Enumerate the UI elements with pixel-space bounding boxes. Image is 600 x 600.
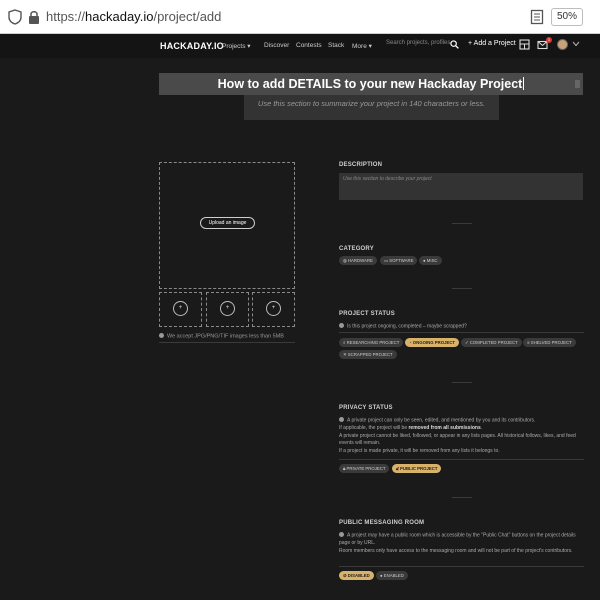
privacy-emphasis: removed from all submissions [408,425,481,431]
chip-label: SCRAPPED PROJECT [347,352,393,357]
privacy-line: A private project cannot be liked, follo… [339,432,576,447]
messaging-chip-disabled[interactable]: ⊘ DISABLED [339,571,374,580]
project-title-text: How to add DETAILS to your new Hackaday … [217,77,523,91]
dashboard-icon[interactable] [519,39,530,50]
info-icon [159,333,164,338]
browser-toolbar: https://hackaday.io/project/add 50% [0,0,600,34]
reader-view-icon[interactable] [530,9,544,25]
project-status-heading: PROJECT STATUS [339,311,395,317]
category-chip-hardware[interactable]: ◍ HARDWARE [339,256,377,265]
description-placeholder: Use this section to describe your projec… [343,176,432,182]
add-thumbnail-button[interactable]: + [220,301,235,316]
divider [159,342,295,343]
messaging-line: Room members only have access to the mes… [339,547,573,554]
site-logo[interactable]: HACKADAY.IO [160,41,224,51]
messaging-line: A project may have a public room which i… [339,532,576,547]
status-chip-scrapped[interactable]: ✕ SCRAPPED PROJECT [339,350,397,359]
info-icon [339,323,344,328]
messaging-heading: PUBLIC MESSAGING ROOM [339,520,425,526]
chevron-down-icon[interactable] [572,41,580,47]
upload-image-button[interactable]: Upload an image [200,217,255,229]
messaging-description: A project may have a public room which i… [339,532,584,555]
nav-projects[interactable]: Projects ▾ [222,42,251,50]
project-status-hint: Is this project ongoing, completed – may… [339,323,584,331]
messaging-chip-enabled[interactable]: ● ENABLED [376,571,408,580]
divider [452,497,472,498]
upload-note-text: We accept JPG/PNG/TIF images less than 5… [167,333,284,340]
search-input[interactable]: Search projects, profiles [386,40,450,46]
hint-text: Is this project ongoing, completed – may… [347,323,467,330]
site-navbar: HACKADAY.IO Projects ▾ Discover Contests… [0,34,600,58]
divider [452,223,472,224]
chip-label: RESEARCHING PROJECT [346,340,400,345]
privacy-description: A private project can only be seen, edit… [339,417,576,454]
info-icon [339,532,344,537]
url-path: /project/add [153,9,222,24]
nav-contests[interactable]: Contests [296,42,322,49]
chip-label: SOFTWARE [389,258,414,263]
add-thumbnail-button[interactable]: + [173,301,188,316]
lock-icon[interactable] [28,9,40,25]
zoom-level[interactable]: 50% [551,8,583,26]
chip-label: SHELVED PROJECT [530,340,572,345]
privacy-line: A private project can only be seen, edit… [347,417,536,424]
chip-label: ONGOING PROJECT [412,340,456,345]
status-chip-ongoing[interactable]: ◔ ONGOING PROJECT [405,338,460,347]
divider [339,459,584,460]
chip-label: PRIVATE PROJECT [346,466,386,471]
privacy-chip-public[interactable]: 🔓︎ PUBLIC PROJECT [392,464,442,473]
nav-stack[interactable]: Stack [328,42,344,49]
status-chip-researching[interactable]: ⌕ RESEARCHING PROJECT [339,338,404,347]
avatar[interactable] [557,39,568,50]
chip-label: MISC [426,258,438,263]
upload-note: We accept JPG/PNG/TIF images less than 5… [159,333,284,340]
add-thumbnail-button[interactable]: + [266,301,281,316]
chip-label: HARDWARE [347,258,373,263]
chip-label: ENABLED [383,573,404,578]
add-project-button[interactable]: + Add a Project [468,40,516,47]
project-title-field[interactable]: How to add DETAILS to your new Hackaday … [159,73,583,95]
chip-label: PUBLIC PROJECT [399,466,438,471]
divider [452,288,472,289]
notification-badge: 1 [546,37,552,43]
privacy-line: If applicable, the project will be [339,425,408,431]
nav-projects-label: Projects [222,43,246,50]
description-heading: DESCRIPTION [339,162,383,168]
project-title-input[interactable]: How to add DETAILS to your new Hackaday … [159,73,583,95]
nav-more-label: More [352,43,367,50]
url-prefix: https:// [46,9,86,24]
divider [339,566,584,567]
search-icon[interactable] [450,40,459,49]
nav-more[interactable]: More ▾ [352,42,372,50]
info-icon [339,417,344,422]
category-chip-misc[interactable]: ● MISC [419,256,442,265]
address-bar[interactable]: https://hackaday.io/project/add [46,9,221,24]
status-chip-completed[interactable]: ✓ COMPLETED PROJECT [461,338,522,347]
privacy-line: If a project is made private, it will be… [339,447,500,454]
status-chip-shelved[interactable]: ≡ SHELVED PROJECT [523,338,576,347]
category-chip-software[interactable]: ▭ SOFTWARE [380,256,418,265]
privacy-chip-private[interactable]: 🔒︎ PRIVATE PROJECT [339,464,390,473]
resize-handle[interactable] [575,80,580,88]
privacy-status-heading: PRIVACY STATUS [339,405,393,411]
url-domain: hackaday.io [85,9,154,24]
text-cursor [523,77,525,90]
divider [339,332,584,333]
nav-discover[interactable]: Discover [264,42,289,49]
shield-icon[interactable] [8,9,22,25]
chip-label: DISABLED [347,573,370,578]
project-summary-input[interactable]: Use this section to summarize your proje… [244,95,499,120]
chip-label: COMPLETED PROJECT [469,340,518,345]
category-heading: CATEGORY [339,246,374,252]
divider [452,382,472,383]
